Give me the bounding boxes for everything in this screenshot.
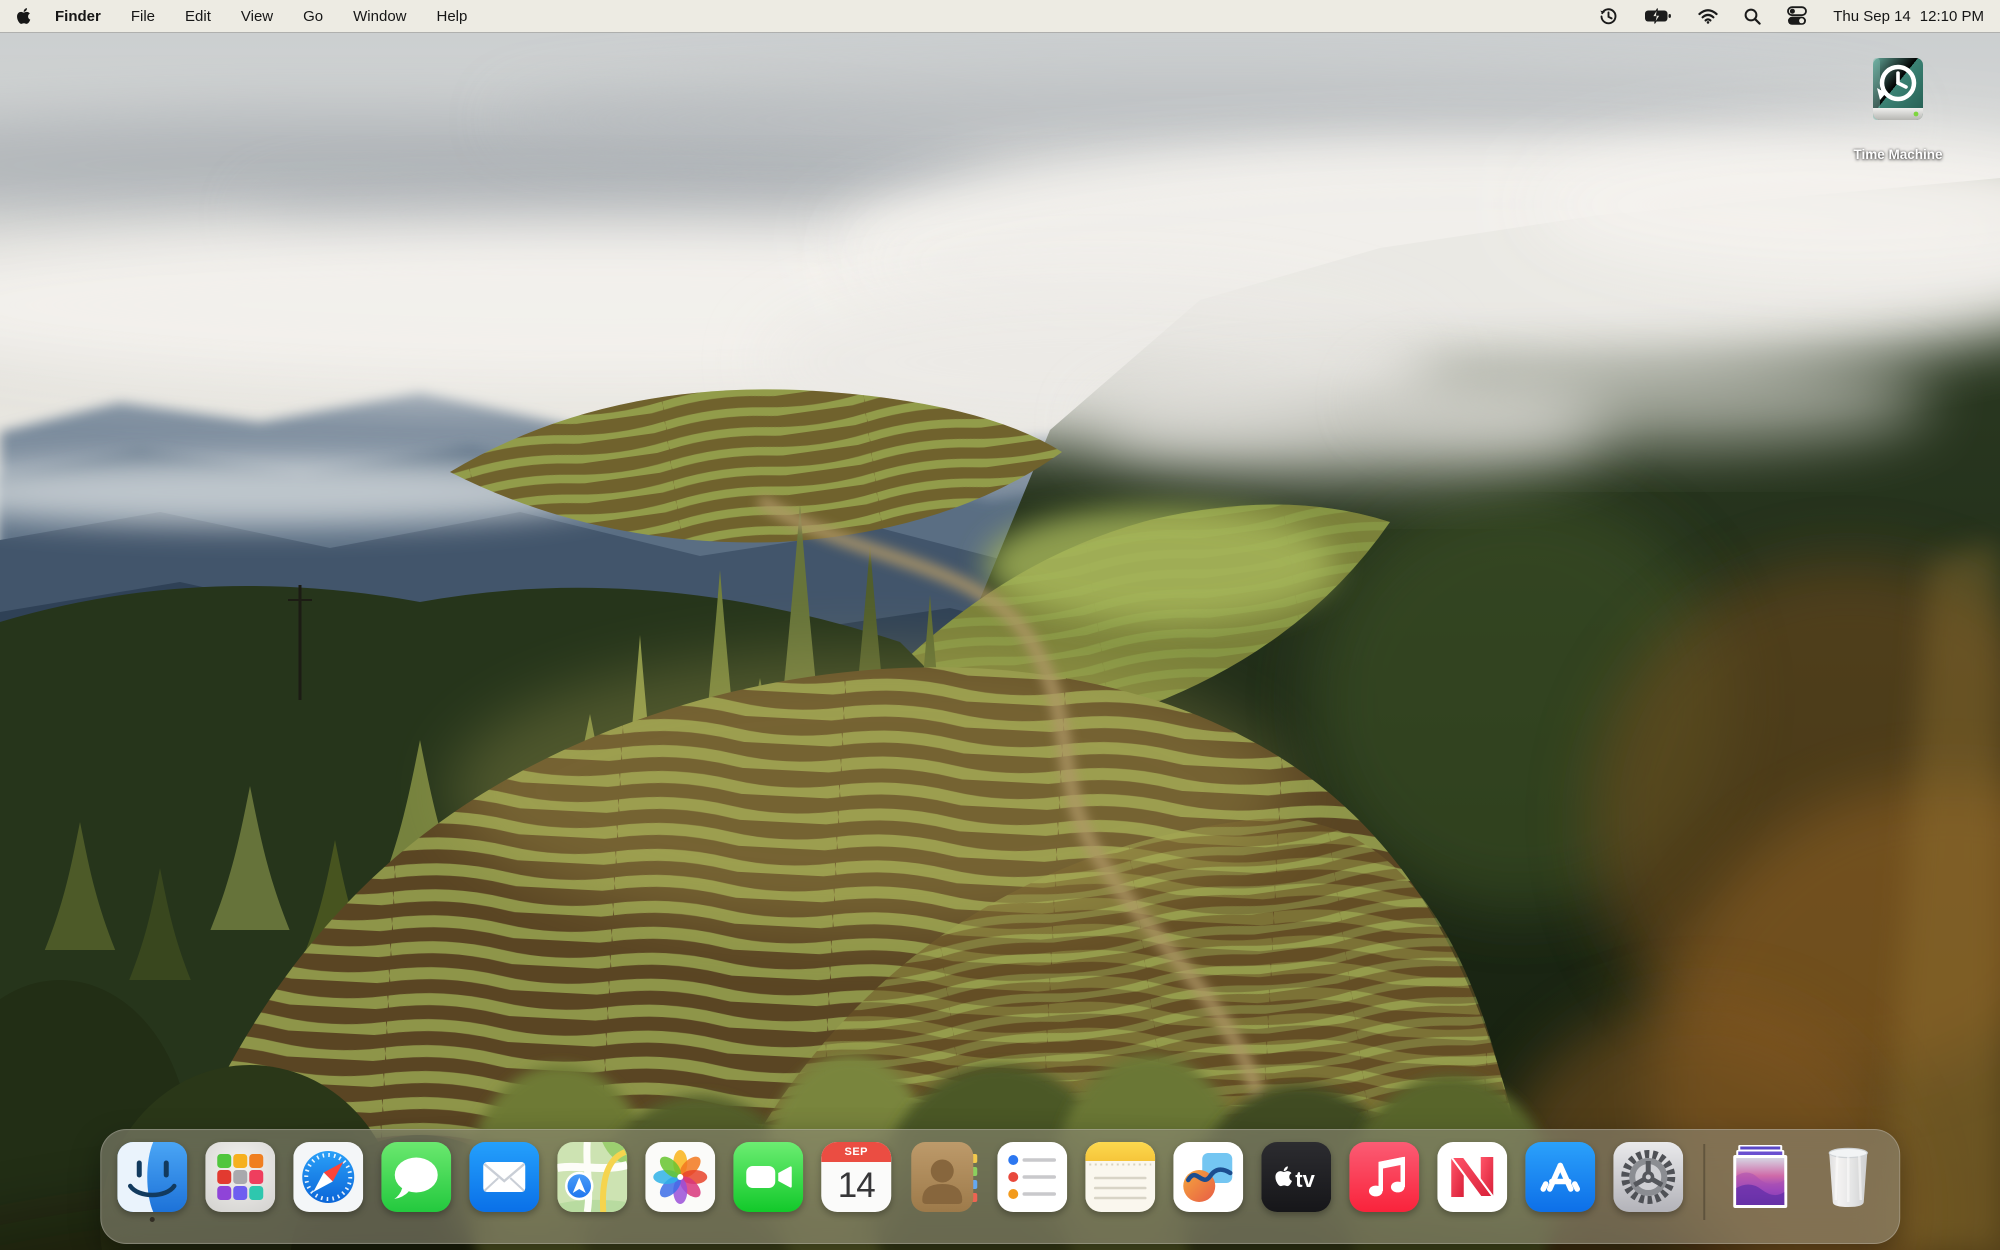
dock-item-contacts[interactable] bbox=[909, 1142, 979, 1212]
running-indicator bbox=[150, 1217, 155, 1222]
calendar-day: 14 bbox=[821, 1159, 891, 1212]
dock-item-facetime[interactable] bbox=[733, 1142, 803, 1212]
dock-item-photos[interactable] bbox=[645, 1142, 715, 1212]
dock-item-reminders[interactable] bbox=[997, 1142, 1067, 1212]
menu-go[interactable]: Go bbox=[303, 8, 323, 25]
dock-item-music[interactable] bbox=[1349, 1142, 1419, 1212]
news-icon bbox=[1437, 1142, 1507, 1212]
dock-item-notes[interactable] bbox=[1085, 1142, 1155, 1212]
screenshots-stack-icon bbox=[1725, 1142, 1795, 1212]
apple-menu-icon[interactable] bbox=[16, 7, 31, 25]
battery-charging-icon[interactable] bbox=[1644, 8, 1672, 24]
dock-item-maps[interactable] bbox=[557, 1142, 627, 1212]
appletv-icon: tv bbox=[1261, 1142, 1331, 1212]
launchpad-icon bbox=[205, 1142, 275, 1212]
photos-icon bbox=[645, 1142, 715, 1212]
dock-separator bbox=[1703, 1144, 1705, 1220]
menu-app-name[interactable]: Finder bbox=[55, 8, 101, 25]
dock-item-messages[interactable] bbox=[381, 1142, 451, 1212]
dock-item-safari[interactable] bbox=[293, 1142, 363, 1212]
spotlight-search-icon[interactable] bbox=[1744, 8, 1761, 25]
menu-view[interactable]: View bbox=[241, 8, 273, 25]
dock-item-finder[interactable] bbox=[117, 1142, 187, 1212]
facetime-icon bbox=[733, 1142, 803, 1212]
desktop-icon-label: Time Machine bbox=[1838, 147, 1958, 162]
menu-help[interactable]: Help bbox=[437, 8, 468, 25]
menu-edit[interactable]: Edit bbox=[185, 8, 211, 25]
dock-item-mail[interactable] bbox=[469, 1142, 539, 1212]
freeform-icon bbox=[1173, 1142, 1243, 1212]
time-machine-drive-icon bbox=[1855, 52, 1941, 138]
maps-icon bbox=[557, 1142, 627, 1212]
calendar-icon: SEP 14 bbox=[821, 1142, 891, 1212]
clock-date: Thu Sep 14 bbox=[1833, 8, 1911, 25]
dock-item-calendar[interactable]: SEP 14 bbox=[821, 1142, 891, 1212]
menu-bar: Finder File Edit View Go Window Help bbox=[0, 0, 2000, 32]
time-machine-status-icon[interactable] bbox=[1599, 7, 1618, 26]
menu-bar-clock[interactable]: Thu Sep 14 12:10 PM bbox=[1833, 8, 1984, 25]
appletv-tv-text: tv bbox=[1295, 1167, 1315, 1192]
clock-time: 12:10 PM bbox=[1920, 8, 1984, 25]
trash-icon bbox=[1813, 1142, 1883, 1212]
dock-item-news[interactable] bbox=[1437, 1142, 1507, 1212]
dock-item-freeform[interactable] bbox=[1173, 1142, 1243, 1212]
mail-icon bbox=[469, 1142, 539, 1212]
menu-window[interactable]: Window bbox=[353, 8, 406, 25]
control-center-icon[interactable] bbox=[1787, 6, 1807, 26]
dock-item-system-settings[interactable] bbox=[1613, 1142, 1683, 1212]
wifi-icon[interactable] bbox=[1698, 9, 1718, 24]
desktop-icon-time-machine[interactable]: Time Machine bbox=[1838, 52, 1958, 162]
system-settings-icon bbox=[1613, 1142, 1683, 1212]
finder-icon bbox=[117, 1142, 187, 1212]
notes-icon bbox=[1085, 1142, 1155, 1212]
dock-item-app-store[interactable] bbox=[1525, 1142, 1595, 1212]
dock-item-launchpad[interactable] bbox=[205, 1142, 275, 1212]
safari-icon bbox=[293, 1142, 363, 1212]
app-store-icon bbox=[1525, 1142, 1595, 1212]
menu-file[interactable]: File bbox=[131, 8, 155, 25]
dock-item-screenshots-stack[interactable] bbox=[1725, 1142, 1795, 1212]
desktop-wallpaper bbox=[0, 0, 2000, 1250]
dock: SEP 14 bbox=[100, 1129, 1900, 1244]
dock-item-appletv[interactable]: tv bbox=[1261, 1142, 1331, 1212]
reminders-icon bbox=[997, 1142, 1067, 1212]
dock-item-trash[interactable] bbox=[1813, 1142, 1883, 1212]
music-icon bbox=[1349, 1142, 1419, 1212]
contacts-icon bbox=[909, 1142, 979, 1212]
messages-icon bbox=[381, 1142, 451, 1212]
